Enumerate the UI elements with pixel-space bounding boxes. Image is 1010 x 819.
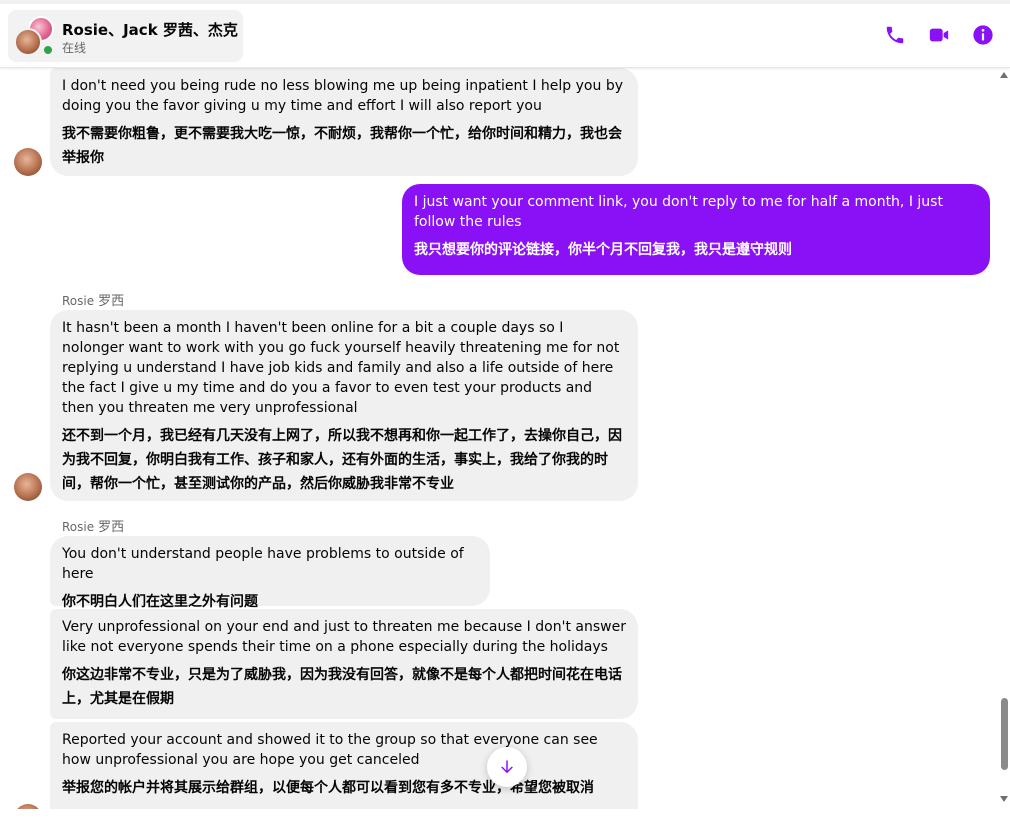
message-original-text: You don't understand people have problem… bbox=[62, 546, 464, 582]
message-original-text: Very unprofessional on your end and just… bbox=[62, 619, 626, 655]
sender-name-cn: 罗西 bbox=[98, 520, 125, 535]
message-translation-text: 举报您的帐户并将其展示给群组，以便每个人都可以看到您有多不专业，希望您被取消 bbox=[62, 780, 594, 796]
scroll-up-arrow[interactable] bbox=[1000, 72, 1008, 78]
message-original-text: I just want your comment link, you don't… bbox=[414, 194, 943, 230]
phone-icon[interactable] bbox=[884, 24, 906, 46]
message-original-text: I don't need you being rude no less blow… bbox=[62, 78, 623, 114]
message-translation-text: 我只想要你的评论链接，你半个月不回复我，我只是遵守规则 bbox=[414, 242, 792, 258]
message-list[interactable]: I don't need you being rude no less blow… bbox=[0, 68, 998, 809]
avatar-rosie bbox=[14, 28, 42, 56]
sender-name-en: Rosie bbox=[62, 294, 95, 308]
bottom-edge bbox=[0, 809, 1010, 819]
video-icon[interactable] bbox=[928, 24, 950, 46]
message-original-text: It hasn't been a month I haven't been on… bbox=[62, 320, 620, 416]
header-top-divider bbox=[0, 0, 1010, 4]
scroll-to-bottom-button[interactable] bbox=[487, 747, 527, 787]
message-translation-text: 还不到一个月，我已经有几天没有上网了，所以我不想再和你一起工作了，去操你自己，因… bbox=[62, 428, 622, 492]
scrollbar-thumb[interactable] bbox=[1001, 698, 1008, 770]
arrow-down-icon bbox=[501, 760, 513, 773]
message-original-text: Reported your account and showed it to t… bbox=[62, 732, 598, 768]
message-bubble-incoming[interactable]: Reported your account and showed it to t… bbox=[50, 722, 638, 809]
info-icon[interactable] bbox=[972, 24, 994, 46]
message-bubble-outgoing[interactable]: I just want your comment link, you don't… bbox=[402, 184, 990, 275]
message-translation-text: 我不需要你粗鲁，更不需要我大吃一惊，不耐烦，我帮你一个忙，给你时间和精力，我也会… bbox=[62, 126, 622, 166]
contact-info-chip[interactable]: Rosie、Jack 罗茜、杰克 在线 bbox=[8, 10, 243, 62]
vertical-scrollbar[interactable] bbox=[998, 68, 1010, 809]
scroll-down-arrow[interactable] bbox=[1000, 796, 1008, 802]
message-translation-text: 你这边非常不专业，只是为了威胁我，因为我没有回答，就像不是每个人都把时间花在电话… bbox=[62, 667, 622, 707]
conversation-header: Rosie、Jack 罗茜、杰克 在线 bbox=[0, 0, 1010, 68]
sender-name: Rosie 罗西 bbox=[62, 290, 124, 309]
message-bubble-incoming[interactable]: I don't need you being rude no less blow… bbox=[50, 68, 638, 176]
sender-avatar[interactable] bbox=[14, 148, 42, 176]
online-indicator bbox=[42, 44, 54, 56]
sender-name-en: Rosie bbox=[62, 520, 95, 534]
sender-avatar[interactable] bbox=[14, 473, 42, 501]
contact-name: Rosie、Jack 罗茜、杰克 bbox=[62, 21, 238, 39]
sender-name-cn: 罗西 bbox=[98, 294, 125, 309]
group-avatar bbox=[14, 16, 54, 56]
contact-status: 在线 bbox=[62, 41, 87, 55]
message-bubble-incoming[interactable]: Very unprofessional on your end and just… bbox=[50, 609, 638, 719]
message-bubble-incoming[interactable]: You don't understand people have problem… bbox=[50, 536, 490, 610]
sender-name: Rosie 罗西 bbox=[62, 516, 124, 535]
message-bubble-incoming[interactable]: It hasn't been a month I haven't been on… bbox=[50, 310, 638, 501]
